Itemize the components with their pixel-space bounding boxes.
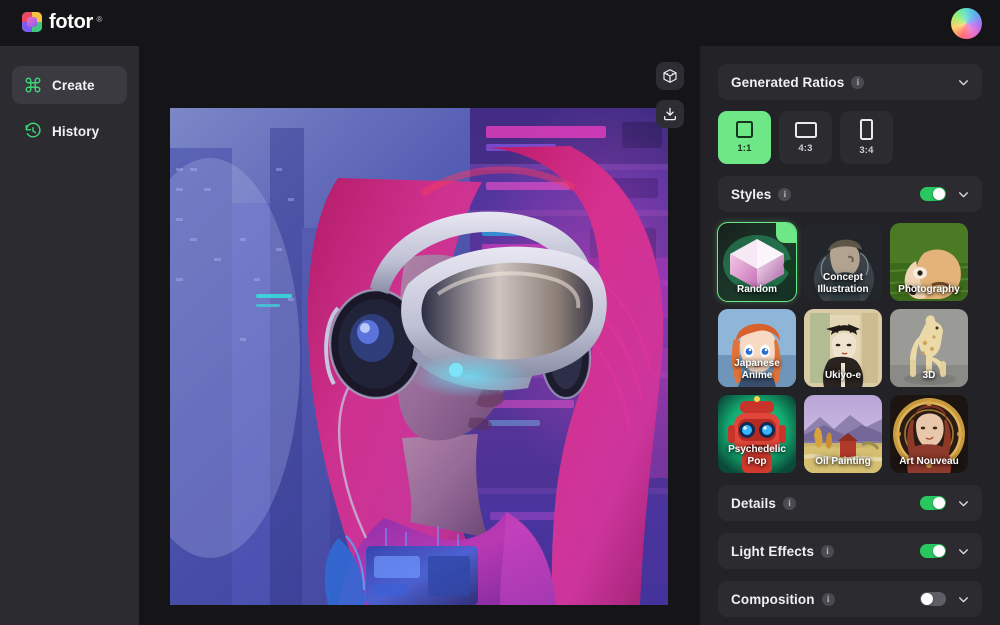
download-icon bbox=[662, 106, 678, 122]
info-icon[interactable]: i bbox=[783, 497, 796, 510]
chevron-down-icon[interactable] bbox=[957, 76, 970, 89]
color-wheel-avatar[interactable] bbox=[951, 8, 982, 39]
style-tile-3d[interactable]: 3D bbox=[890, 309, 968, 387]
composition-toggle[interactable] bbox=[920, 592, 946, 606]
style-tile-art-nouveau[interactable]: Art Nouveau bbox=[890, 395, 968, 473]
info-icon[interactable]: i bbox=[822, 593, 835, 606]
style-tile-ukiyo-e[interactable]: Ukiyo-e bbox=[804, 309, 882, 387]
ratio-label-4-3: 4:3 bbox=[798, 143, 812, 154]
chevron-down-icon[interactable] bbox=[957, 593, 970, 606]
sidebar-item-label-create: Create bbox=[52, 78, 95, 93]
3d-cube-icon bbox=[662, 68, 678, 84]
generated-image[interactable] bbox=[170, 108, 668, 605]
sidebar-item-history[interactable]: History bbox=[12, 112, 127, 150]
ratio-label-1-1: 1:1 bbox=[737, 143, 751, 154]
section-light-effects[interactable]: Light Effects i bbox=[718, 533, 982, 569]
style-tile-concept-illustration[interactable]: Concept Illustration bbox=[804, 223, 882, 301]
style-label-psychedelic-pop: Psychedelic Pop bbox=[718, 444, 796, 468]
style-grid: Random Concept Illustration bbox=[718, 223, 982, 473]
fotor-logo-icon bbox=[22, 12, 42, 32]
style-label-oil-painting: Oil Painting bbox=[804, 456, 882, 468]
ratio-option-3-4[interactable]: 3:4 bbox=[840, 111, 893, 164]
section-composition[interactable]: Composition i bbox=[718, 581, 982, 617]
selected-check-badge bbox=[776, 223, 796, 243]
section-generated-ratios[interactable]: Generated Ratios i bbox=[718, 64, 982, 100]
style-label-concept-illustration: Concept Illustration bbox=[804, 272, 882, 296]
sidebar-item-label-history: History bbox=[52, 124, 99, 139]
info-icon[interactable]: i bbox=[821, 545, 834, 558]
section-styles[interactable]: Styles i bbox=[718, 176, 982, 212]
check-icon bbox=[776, 223, 796, 301]
square-shape-icon bbox=[736, 121, 753, 138]
section-title-light-effects: Light Effects bbox=[731, 544, 814, 559]
sidebar: Create History bbox=[0, 46, 139, 625]
style-tile-japanese-anime[interactable]: Japanese Anime bbox=[718, 309, 796, 387]
style-tile-oil-painting[interactable]: Oil Painting bbox=[804, 395, 882, 473]
landscape-shape-icon bbox=[795, 122, 817, 138]
info-icon[interactable]: i bbox=[851, 76, 864, 89]
style-label-ukiyo-e: Ukiyo-e bbox=[804, 370, 882, 382]
fotor-ai-image-generator: fotor ® Create History bbox=[0, 0, 1000, 625]
section-title-details: Details bbox=[731, 496, 776, 511]
info-icon[interactable]: i bbox=[778, 188, 791, 201]
details-toggle[interactable] bbox=[920, 496, 946, 510]
3d-cube-button[interactable] bbox=[656, 62, 684, 90]
ratio-label-3-4: 3:4 bbox=[859, 145, 873, 156]
canvas-toolbar bbox=[656, 62, 684, 128]
brand-logo[interactable]: fotor ® bbox=[22, 12, 93, 32]
ratio-options: 1:1 4:3 3:4 bbox=[718, 111, 982, 164]
ratio-option-4-3[interactable]: 4:3 bbox=[779, 111, 832, 164]
sidebar-item-create[interactable]: Create bbox=[12, 66, 127, 104]
style-tile-psychedelic-pop[interactable]: Psychedelic Pop bbox=[718, 395, 796, 473]
style-label-photography: Photography bbox=[890, 284, 968, 296]
chevron-down-icon[interactable] bbox=[957, 545, 970, 558]
style-label-art-nouveau: Art Nouveau bbox=[890, 456, 968, 468]
style-label-japanese-anime: Japanese Anime bbox=[718, 358, 796, 382]
settings-panel: Generated Ratios i 1:1 4:3 3:4 Styles bbox=[700, 46, 1000, 625]
section-title-generated-ratios: Generated Ratios bbox=[731, 75, 844, 90]
canvas-area bbox=[139, 46, 700, 625]
chevron-down-icon[interactable] bbox=[957, 188, 970, 201]
trademark-mark: ® bbox=[96, 10, 102, 30]
clock-history-icon bbox=[24, 122, 42, 140]
brand-name: fotor ® bbox=[49, 12, 93, 32]
command-icon bbox=[24, 76, 42, 94]
ratio-option-1-1[interactable]: 1:1 bbox=[718, 111, 771, 164]
style-tile-random[interactable]: Random bbox=[718, 223, 796, 301]
portrait-shape-icon bbox=[860, 119, 873, 140]
download-button[interactable] bbox=[656, 100, 684, 128]
section-title-composition: Composition bbox=[731, 592, 815, 607]
styles-toggle[interactable] bbox=[920, 187, 946, 201]
chevron-down-icon[interactable] bbox=[957, 497, 970, 510]
section-title-styles: Styles bbox=[731, 187, 771, 202]
section-details[interactable]: Details i bbox=[718, 485, 982, 521]
style-label-3d: 3D bbox=[890, 370, 968, 382]
light-effects-toggle[interactable] bbox=[920, 544, 946, 558]
top-bar: fotor ® bbox=[0, 0, 1000, 46]
style-tile-photography[interactable]: Photography bbox=[890, 223, 968, 301]
